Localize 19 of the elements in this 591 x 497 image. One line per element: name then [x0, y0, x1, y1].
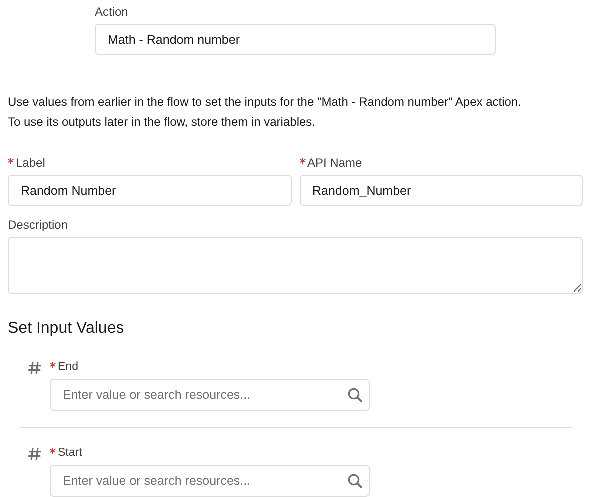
resource-search-field[interactable]: Enter value or search resources... [50, 465, 370, 497]
field-label: Start [58, 447, 82, 459]
help-text: To use its outputs later in the flow, store them in variables. [8, 114, 316, 131]
text-field[interactable]: Random_Number [300, 175, 583, 206]
search-icon [348, 474, 363, 489]
field-label: API Name [308, 156, 362, 170]
field-label: Label [16, 156, 46, 170]
resource-search-field[interactable]: Enter value or search resources... [50, 379, 370, 411]
number-type-icon [28, 361, 42, 375]
search-icon [348, 388, 363, 403]
field-label: End [58, 361, 78, 373]
field-label: Description [8, 218, 68, 232]
description-textarea[interactable] [8, 237, 583, 294]
field-label: Action [95, 5, 130, 19]
section-heading: Set Input Values [8, 320, 126, 338]
help-text: Use values from earlier in the flow to set the inputs for the "Math - Random number" Apex action. [8, 94, 522, 111]
number-type-icon [28, 447, 42, 461]
text-field[interactable]: Random Number [8, 175, 292, 206]
action-field[interactable]: Math - Random number [95, 24, 496, 55]
